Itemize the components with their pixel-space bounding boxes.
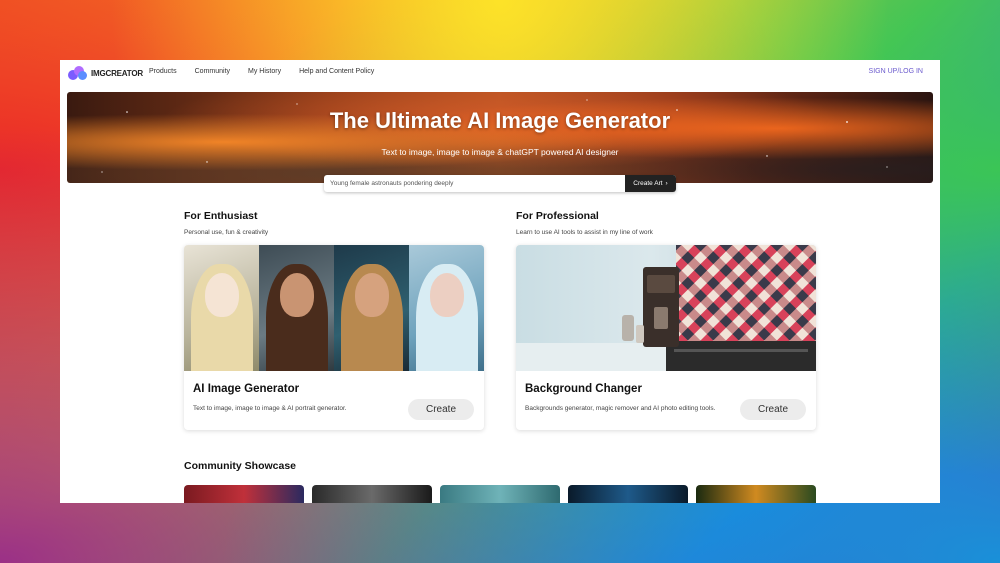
- chevron-right-icon: ›: [665, 180, 668, 187]
- signup-login-link[interactable]: SIGN UP/LOG IN: [869, 68, 923, 75]
- nav-link-my-history[interactable]: My History: [248, 68, 281, 75]
- community-showcase-heading: Community Showcase: [184, 460, 297, 472]
- card-title: AI Image Generator: [193, 383, 300, 395]
- professional-subheading: Learn to use AI tools to assist in my li…: [516, 229, 653, 236]
- nav-links: Products Community My History Help and C…: [149, 68, 374, 75]
- showcase-thumb[interactable]: [184, 485, 304, 503]
- hero-stars: [101, 99, 888, 177]
- prompt-input[interactable]: [324, 175, 625, 192]
- nav-link-products[interactable]: Products: [149, 68, 177, 75]
- create-art-label: Create Art: [633, 180, 663, 187]
- ice-queen-image: [409, 245, 484, 371]
- top-nav: IMGCREATOR Products Community My History…: [60, 60, 940, 88]
- hero-banner: The Ultimate AI Image Generator Text to …: [67, 92, 933, 183]
- prompt-bar: Create Art ›: [324, 175, 676, 192]
- showcase-thumb[interactable]: [440, 485, 560, 503]
- portrait-collage: [184, 245, 484, 371]
- crowned-woman-image: [334, 245, 409, 371]
- nav-link-help[interactable]: Help and Content Policy: [299, 68, 374, 75]
- professional-heading: For Professional: [516, 210, 599, 222]
- create-button[interactable]: Create: [408, 399, 474, 420]
- enthusiast-subheading: Personal use, fun & creativity: [184, 229, 269, 236]
- hero-subtitle: Text to image, image to image & chatGPT …: [381, 147, 619, 157]
- card-description: Text to image, image to image & AI portr…: [193, 405, 347, 412]
- create-art-button[interactable]: Create Art ›: [625, 175, 676, 192]
- logo-icon: [68, 66, 88, 80]
- nav-link-community[interactable]: Community: [195, 68, 230, 75]
- coffee-scene: [516, 245, 816, 371]
- browser-page: IMGCREATOR Products Community My History…: [60, 60, 940, 503]
- showcase-thumb[interactable]: [568, 485, 688, 503]
- logo[interactable]: IMGCREATOR: [68, 66, 143, 80]
- woman-portrait-image: [259, 245, 334, 371]
- showcase-thumb[interactable]: [696, 485, 816, 503]
- coffee-machine-image: [516, 245, 816, 371]
- anime-portrait-image: [184, 245, 259, 371]
- hero-title: The Ultimate AI Image Generator: [329, 108, 671, 133]
- enthusiast-heading: For Enthusiast: [184, 210, 258, 222]
- showcase-thumb[interactable]: [312, 485, 432, 503]
- ai-image-generator-card[interactable]: AI Image Generator Text to image, image …: [184, 245, 484, 430]
- create-button[interactable]: Create: [740, 399, 806, 420]
- background-changer-card[interactable]: Background Changer Backgrounds generator…: [516, 245, 816, 430]
- card-title: Background Changer: [525, 383, 642, 395]
- logo-text: IMGCREATOR: [91, 68, 143, 78]
- showcase-grid: [184, 485, 816, 503]
- card-description: Backgrounds generator, magic remover and…: [525, 405, 716, 412]
